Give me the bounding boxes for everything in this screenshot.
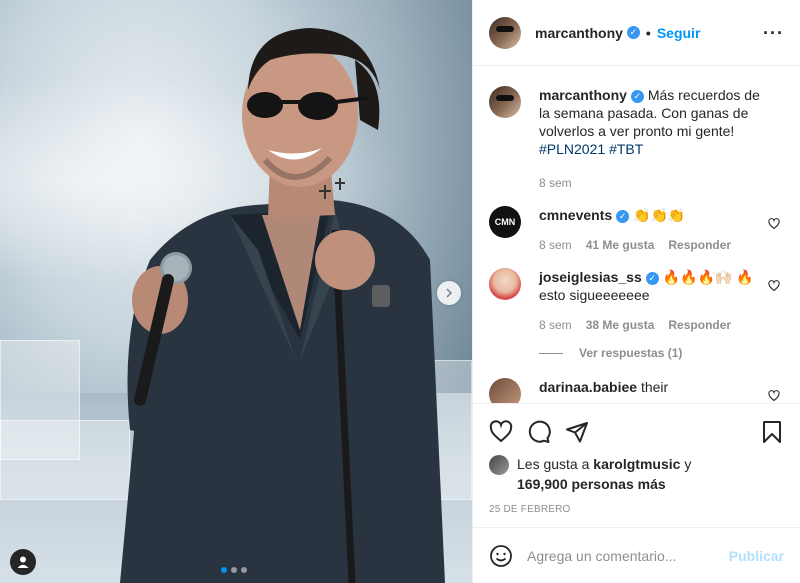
verified-badge-icon: ✓ (626, 26, 640, 39)
likes-prefix: Les gusta a (517, 456, 590, 472)
verified-badge-icon: ✓ (645, 271, 659, 285)
comment-time[interactable]: 8 sem (539, 316, 572, 334)
caption-time[interactable]: 8 sem (539, 174, 572, 192)
like-comment-heart-icon[interactable] (768, 280, 780, 292)
likes-others-count[interactable]: 169,900 personas más (517, 476, 666, 492)
comment-input[interactable]: Agrega un comentario... (527, 548, 729, 564)
verified-badge-icon: ✓ (616, 209, 630, 223)
view-replies-label: Ver respuestas (1) (579, 346, 683, 360)
save-bookmark-icon[interactable] (760, 420, 784, 444)
comment-time[interactable]: 8 sem (539, 236, 572, 254)
post-photo[interactable] (0, 0, 472, 583)
comment-likes[interactable]: 41 Me gusta (586, 236, 655, 254)
caption: marcanthony ✓ Más recuerdos de la semana … (489, 86, 784, 192)
share-send-icon[interactable] (565, 420, 589, 444)
author-avatar[interactable] (489, 86, 521, 118)
like-comment-heart-icon[interactable] (768, 218, 780, 230)
comment-text: 👏👏👏 (633, 207, 686, 223)
author-avatar[interactable] (489, 16, 521, 49)
comment-item: joseiglesias_ss ✓ 🔥🔥🔥🙌🏻 🔥 esto sigueeeeee… (489, 268, 784, 334)
comment-username[interactable]: darinaa.babiee (539, 379, 637, 395)
replies-divider-line (539, 352, 563, 354)
follow-button[interactable]: Seguir (657, 25, 701, 41)
caption-username[interactable]: marcanthony (539, 87, 627, 103)
emoji-smiley-icon[interactable] (489, 544, 513, 568)
commenter-avatar[interactable] (489, 268, 521, 300)
tagged-account-icon[interactable] (10, 549, 36, 575)
user-icon (17, 556, 29, 568)
author-username[interactable]: marcanthony (535, 25, 623, 41)
carousel-dots (221, 567, 247, 573)
instagram-post: marcanthony ✓ • Seguir ··· marcanthony ✓ … (0, 0, 800, 583)
add-comment-bar: Agrega un comentario... Publicar (473, 527, 800, 583)
likes-summary[interactable]: Les gusta a karolgtmusic y 169,900 perso… (489, 454, 784, 494)
chevron-right-icon (446, 288, 453, 298)
publish-button[interactable]: Publicar (729, 548, 784, 564)
view-replies-button[interactable]: Ver respuestas (1) (539, 346, 784, 360)
reply-button[interactable]: Responder (668, 316, 731, 334)
carousel-dot (231, 567, 237, 573)
more-options-icon[interactable]: ··· (763, 24, 784, 42)
verified-badge-icon: ✓ (630, 89, 644, 103)
commenter-avatar[interactable]: CMN (489, 206, 521, 238)
carousel-dot (241, 567, 247, 573)
reply-button[interactable]: Responder (668, 236, 731, 254)
comment-bubble-icon[interactable] (527, 420, 551, 444)
comment-username[interactable]: joseiglesias_ss (539, 269, 642, 285)
liker-avatar[interactable] (489, 455, 509, 475)
comment-text: their (640, 379, 669, 395)
separator-bullet: • (645, 24, 651, 41)
carousel-dot (221, 567, 227, 573)
like-heart-icon[interactable] (489, 420, 513, 444)
comment-username[interactable]: cmnevents (539, 207, 612, 223)
commenter-avatar[interactable] (489, 378, 521, 403)
hashtag-link[interactable]: #PLN2021 (539, 141, 605, 157)
comments-list[interactable]: marcanthony ✓ Más recuerdos de la semana … (473, 66, 800, 403)
singer-illustration (120, 28, 445, 583)
liker-username[interactable]: karolgtmusic (593, 456, 680, 472)
post-side-panel: marcanthony ✓ • Seguir ··· marcanthony ✓ … (472, 0, 800, 583)
like-comment-heart-icon[interactable] (768, 390, 780, 402)
comment-item: darinaa.babiee their (489, 378, 784, 403)
comment-item: CMN cmnevents ✓ 👏👏👏 8 sem 41 Me gusta Res… (489, 206, 784, 254)
likes-joiner: y (684, 456, 692, 472)
post-date[interactable]: 25 DE FEBRERO (489, 504, 784, 515)
post-actions: Les gusta a karolgtmusic y 169,900 perso… (473, 403, 800, 527)
post-header: marcanthony ✓ • Seguir ··· (473, 0, 800, 66)
comment-likes[interactable]: 38 Me gusta (586, 316, 655, 334)
avatar-logo-text: CMN (494, 217, 516, 227)
hashtag-link[interactable]: #TBT (609, 141, 643, 157)
carousel-next-button[interactable] (437, 281, 461, 305)
